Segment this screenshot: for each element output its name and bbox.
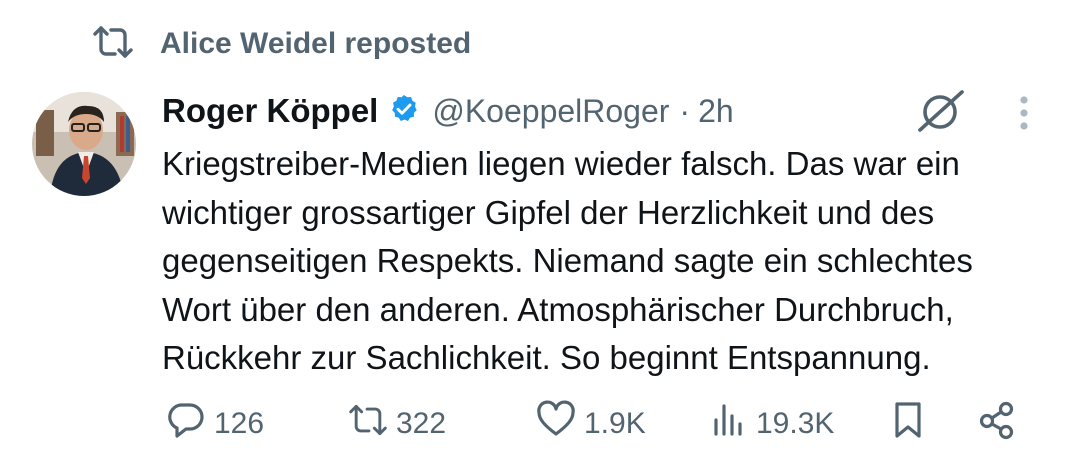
tweet-text: Kriegstreiber-Medien liegen wieder falsc… (162, 145, 973, 376)
separator-dot: · (679, 92, 691, 129)
repost-count: 322 (396, 407, 447, 440)
repost-icon (92, 25, 134, 64)
share-icon (978, 400, 1018, 448)
repost-label: Alice Weidel reposted (160, 27, 472, 60)
tweet-header: Roger Köppel @KoeppelRoger · 2h (162, 86, 734, 136)
repost-button[interactable]: 322 (348, 396, 446, 452)
bookmark-icon (888, 400, 928, 448)
share-button[interactable] (978, 396, 1018, 452)
timestamp[interactable]: 2h (698, 93, 734, 130)
reply-button[interactable]: 126 (166, 396, 264, 452)
like-button[interactable]: 1.9K (536, 396, 646, 452)
repost-banner[interactable]: Alice Weidel reposted (92, 22, 471, 66)
bookmark-button[interactable] (888, 396, 928, 452)
author-handle[interactable]: @KoeppelRoger (432, 93, 669, 130)
verified-badge-icon (378, 93, 432, 130)
avatar[interactable] (32, 92, 136, 196)
more-options-icon[interactable] (1010, 92, 1038, 134)
reply-count: 126 (214, 407, 265, 440)
bar-chart-icon (708, 400, 748, 448)
heart-icon (536, 400, 576, 448)
views-button[interactable]: 19.3K (708, 396, 834, 452)
like-count: 1.9K (584, 407, 646, 440)
view-count: 19.3K (756, 407, 835, 440)
grok-icon[interactable] (916, 88, 966, 134)
tweet-actions: 126 322 1.9K 19.3K (160, 396, 1040, 452)
reply-icon (166, 400, 206, 448)
author-name[interactable]: Roger Köppel (162, 92, 378, 130)
repost-action-icon (348, 400, 388, 448)
